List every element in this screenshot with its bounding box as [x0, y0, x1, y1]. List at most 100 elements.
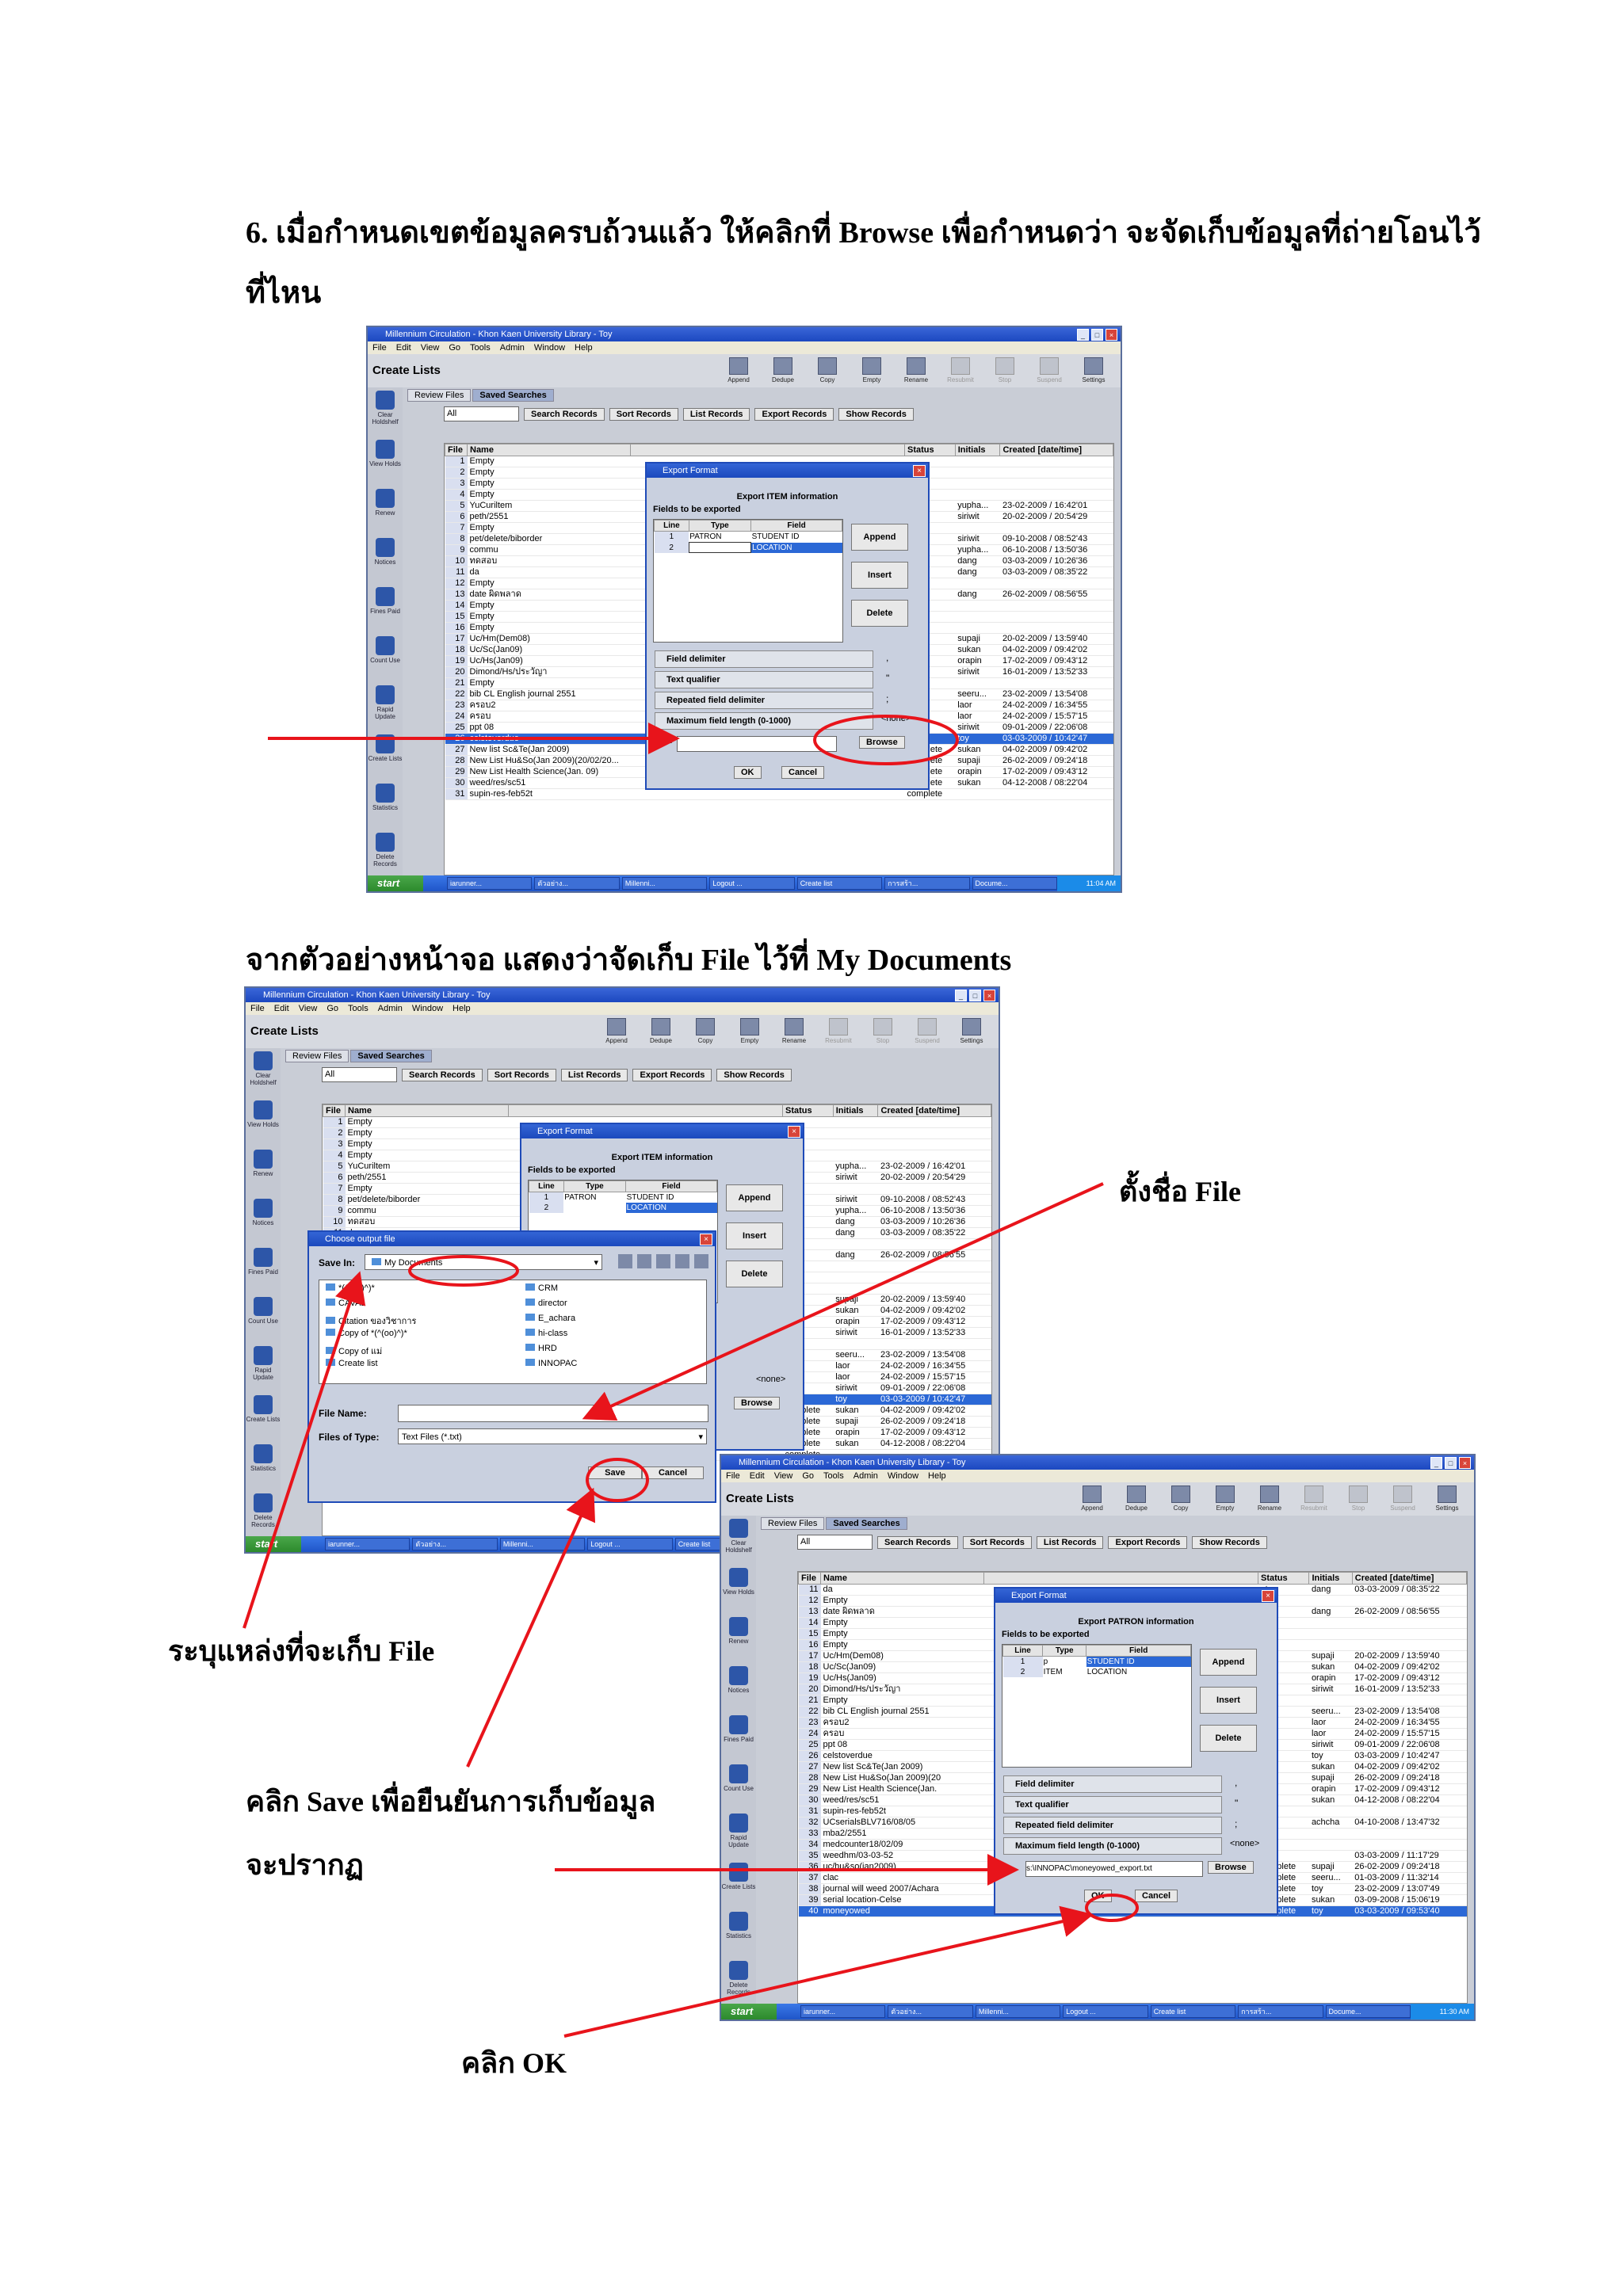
taskbar-item[interactable]: Millenni... — [499, 1538, 586, 1550]
taskbar-item[interactable]: Docume... — [1325, 2005, 1411, 2018]
sidebar-item-fines-paid[interactable]: Fines Paid — [246, 1248, 281, 1294]
max-length-button[interactable]: Maximum field length (0-1000) — [1003, 1837, 1222, 1855]
insert-button[interactable]: Insert — [851, 562, 908, 589]
file-name-input[interactable] — [398, 1405, 708, 1422]
new-folder-icon[interactable] — [656, 1254, 670, 1268]
tool-empty[interactable]: Empty — [731, 1018, 769, 1044]
append-button[interactable]: Append — [726, 1184, 783, 1211]
folder-item[interactable]: INNOPAC — [525, 1359, 577, 1374]
sidebar-item-view-holds[interactable]: View Holds — [246, 1100, 281, 1146]
filter-select[interactable]: All — [322, 1067, 397, 1082]
column-header[interactable]: File — [323, 1104, 346, 1117]
filter-select[interactable]: All — [444, 406, 519, 421]
taskbar-item[interactable]: iarunner... — [447, 877, 533, 890]
start-button[interactable]: start — [246, 1536, 301, 1552]
sidebar-item-renew[interactable]: Renew — [721, 1617, 756, 1663]
tool-append[interactable]: Append — [720, 357, 758, 383]
repeated-delimiter-button[interactable]: Repeated field delimiter — [1003, 1817, 1222, 1834]
tool-resubmit[interactable]: Resubmit — [1295, 1486, 1333, 1512]
show-records-button[interactable]: Show Records — [838, 407, 914, 421]
up-folder-icon[interactable] — [618, 1254, 632, 1268]
ok-button[interactable]: OK — [1084, 1890, 1112, 1902]
tool-stop[interactable]: Stop — [864, 1018, 902, 1044]
file-input[interactable]: s:\INNOPAC\moneyowed_export.txt — [1025, 1861, 1203, 1877]
tool-dedupe[interactable]: Dedupe — [764, 357, 802, 383]
menu-admin[interactable]: Admin — [378, 1004, 403, 1013]
sidebar-item-rapid-update[interactable]: Rapid Update — [721, 1814, 756, 1859]
insert-button[interactable]: Insert — [726, 1222, 783, 1249]
show-records-button[interactable]: Show Records — [1192, 1535, 1267, 1549]
file-input[interactable] — [677, 736, 837, 752]
append-button[interactable]: Append — [1200, 1649, 1257, 1676]
sidebar-item-notices[interactable]: Notices — [246, 1199, 281, 1245]
close-icon[interactable]: × — [788, 1126, 800, 1138]
sidebar-item-statistics[interactable]: Statistics — [246, 1444, 281, 1490]
menu-file[interactable]: File — [372, 343, 387, 353]
tool-suspend[interactable]: Suspend — [1384, 1486, 1422, 1512]
field-row[interactable]: 1 PATRON STUDENT ID — [654, 531, 842, 543]
tool-suspend[interactable]: Suspend — [1030, 357, 1068, 383]
taskbar-item[interactable]: ตัวอย่าง... — [888, 2005, 973, 2018]
column-header[interactable] — [508, 1104, 783, 1117]
sidebar-item-clear-holdshelf[interactable]: Clear Holdshelf — [721, 1519, 756, 1565]
export-records-button[interactable]: Export Records — [1108, 1535, 1188, 1549]
field-row[interactable]: 2 ITEM LOCATION — [1002, 1667, 1191, 1677]
menu-view[interactable]: View — [774, 1471, 793, 1481]
column-header[interactable]: Name — [820, 1572, 984, 1585]
tab-review-files[interactable]: Review Files — [285, 1050, 349, 1062]
sidebar-item-notices[interactable]: Notices — [368, 538, 403, 584]
taskbar-item[interactable]: Create list — [796, 877, 883, 890]
cancel-button[interactable]: Cancel — [642, 1466, 704, 1479]
folder-item[interactable]: Citation ของวิชาการ — [326, 1314, 416, 1329]
column-header[interactable]: Initials — [1308, 1572, 1353, 1585]
taskbar-item[interactable]: Create list — [1150, 2005, 1236, 2018]
field-row[interactable]: 2 LOCATION — [654, 542, 842, 553]
close-icon[interactable]: × — [983, 990, 995, 1001]
tool-copy[interactable]: Copy — [686, 1018, 724, 1044]
menu-view[interactable]: View — [421, 343, 440, 353]
insert-button[interactable]: Insert — [1200, 1687, 1257, 1714]
close-icon[interactable]: × — [1262, 1590, 1274, 1602]
taskbar-item[interactable]: Logout ... — [1063, 2005, 1148, 2018]
browse-button[interactable]: Browse — [734, 1397, 780, 1409]
text-qualifier-button[interactable]: Text qualifier — [655, 671, 873, 688]
tool-rename[interactable]: Rename — [775, 1018, 813, 1044]
menu-go[interactable]: Go — [449, 343, 460, 353]
tool-resubmit[interactable]: Resubmit — [941, 357, 980, 383]
repeated-delimiter-button[interactable]: Repeated field delimiter — [655, 692, 873, 709]
column-header[interactable] — [983, 1572, 1258, 1585]
tool-dedupe[interactable]: Dedupe — [642, 1018, 680, 1044]
column-header[interactable]: Status — [1257, 1572, 1310, 1585]
taskbar-item[interactable]: Docume... — [972, 877, 1057, 890]
column-header[interactable]: File — [798, 1572, 821, 1585]
list-records-button[interactable]: List Records — [560, 1068, 628, 1081]
field-row[interactable]: 1 PATRON STUDENT ID — [529, 1192, 717, 1203]
sidebar-item-clear-holdshelf[interactable]: Clear Holdshelf — [368, 391, 403, 437]
tab-review-files[interactable]: Review Files — [407, 389, 472, 402]
browse-button[interactable]: Browse — [859, 736, 905, 749]
sidebar-item-count-use[interactable]: Count Use — [368, 636, 403, 682]
sidebar-item-statistics[interactable]: Statistics — [721, 1912, 756, 1958]
sort-records-button[interactable]: Sort Records — [962, 1535, 1032, 1549]
minimize-icon[interactable]: _ — [955, 990, 967, 1001]
sidebar-item-rapid-update[interactable]: Rapid Update — [246, 1346, 281, 1392]
close-icon[interactable]: × — [700, 1234, 712, 1245]
menu-help[interactable]: Help — [453, 1004, 471, 1013]
tool-settings[interactable]: Settings — [1075, 357, 1113, 383]
home-icon[interactable] — [637, 1254, 651, 1268]
tool-stop[interactable]: Stop — [1339, 1486, 1377, 1512]
sidebar-item-delete-records[interactable]: Delete Records — [368, 833, 403, 879]
list-view-icon[interactable] — [675, 1254, 689, 1268]
column-header[interactable]: Status — [904, 444, 956, 456]
taskbar-item[interactable]: Millenni... — [975, 2005, 1061, 2018]
sidebar-item-fines-paid[interactable]: Fines Paid — [721, 1715, 756, 1761]
column-header[interactable]: Created [date/time] — [1351, 1572, 1467, 1585]
close-icon[interactable]: × — [1106, 329, 1117, 341]
table-row[interactable]: 31supin-res-feb52t complete — [445, 788, 1113, 800]
save-button[interactable]: Save — [588, 1466, 642, 1479]
tab-review-files[interactable]: Review Files — [761, 1517, 825, 1530]
close-icon[interactable]: × — [1459, 1457, 1471, 1469]
tool-suspend[interactable]: Suspend — [908, 1018, 946, 1044]
search-records-button[interactable]: Search Records — [877, 1535, 958, 1549]
maximize-icon[interactable]: □ — [1445, 1457, 1457, 1469]
